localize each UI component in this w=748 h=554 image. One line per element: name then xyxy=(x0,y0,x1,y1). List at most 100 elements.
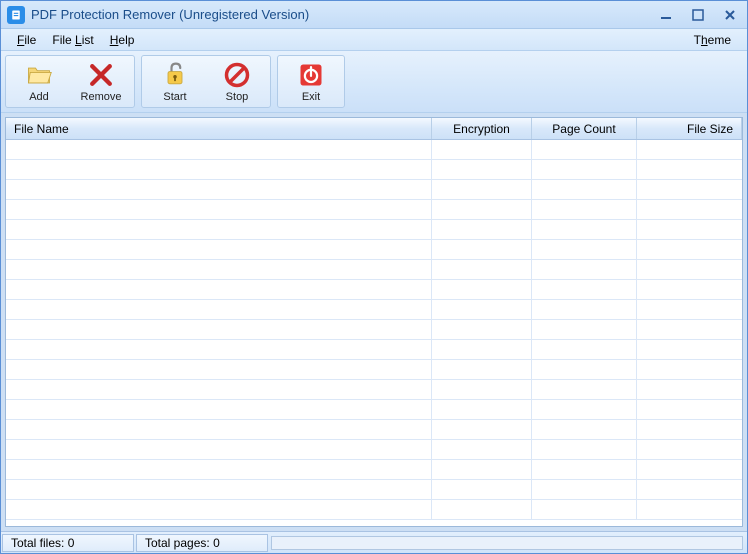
cell-encryption xyxy=(432,320,532,339)
cell-pagecount xyxy=(532,380,637,399)
cell-encryption xyxy=(432,500,532,519)
cell-filesize xyxy=(637,300,742,319)
table-row[interactable] xyxy=(6,360,742,380)
cell-filesize xyxy=(637,400,742,419)
cell-pagecount xyxy=(532,160,637,179)
toolbar: Add Remove xyxy=(1,51,747,113)
total-files-label: Total files: xyxy=(11,536,64,550)
stop-icon xyxy=(223,61,251,89)
cell-filesize xyxy=(637,440,742,459)
table-row[interactable] xyxy=(6,500,742,520)
cell-pagecount xyxy=(532,500,637,519)
menu-file[interactable]: File xyxy=(9,31,44,49)
statusbar: Total files: 0 Total pages: 0 xyxy=(1,531,747,553)
cell-filename xyxy=(6,260,432,279)
grid-header: File Name Encryption Page Count File Siz… xyxy=(6,118,742,140)
cell-pagecount xyxy=(532,400,637,419)
column-header-pagecount[interactable]: Page Count xyxy=(532,118,637,139)
remove-label: Remove xyxy=(81,91,122,103)
exit-button[interactable]: Exit xyxy=(280,58,342,105)
cell-filesize xyxy=(637,140,742,159)
cell-filesize xyxy=(637,220,742,239)
cell-pagecount xyxy=(532,420,637,439)
total-files-value: 0 xyxy=(68,536,75,550)
cell-filename xyxy=(6,200,432,219)
toolbar-group-file: Add Remove xyxy=(5,55,135,108)
cell-pagecount xyxy=(532,340,637,359)
cell-filename xyxy=(6,180,432,199)
table-row[interactable] xyxy=(6,340,742,360)
column-header-filename[interactable]: File Name xyxy=(6,118,432,139)
cell-filesize xyxy=(637,200,742,219)
cell-filesize xyxy=(637,480,742,499)
table-row[interactable] xyxy=(6,300,742,320)
cell-encryption xyxy=(432,460,532,479)
cell-pagecount xyxy=(532,140,637,159)
toolbar-group-process: Start Stop xyxy=(141,55,271,108)
table-row[interactable] xyxy=(6,240,742,260)
cell-filesize xyxy=(637,500,742,519)
cell-filesize xyxy=(637,160,742,179)
cell-encryption xyxy=(432,200,532,219)
cell-filename xyxy=(6,320,432,339)
toolbar-group-exit: Exit xyxy=(277,55,345,108)
cell-pagecount xyxy=(532,220,637,239)
table-row[interactable] xyxy=(6,460,742,480)
cell-filename xyxy=(6,460,432,479)
table-row[interactable] xyxy=(6,440,742,460)
table-row[interactable] xyxy=(6,280,742,300)
table-row[interactable] xyxy=(6,400,742,420)
table-row[interactable] xyxy=(6,480,742,500)
total-pages-value: 0 xyxy=(213,536,220,550)
cell-filename xyxy=(6,400,432,419)
cell-encryption xyxy=(432,420,532,439)
menu-help[interactable]: Help xyxy=(102,31,143,49)
total-pages-label: Total pages: xyxy=(145,536,210,550)
menu-file-list[interactable]: File List xyxy=(44,31,101,49)
maximize-button[interactable] xyxy=(687,7,709,23)
cell-filename xyxy=(6,220,432,239)
cell-encryption xyxy=(432,360,532,379)
titlebar[interactable]: PDF Protection Remover (Unregistered Ver… xyxy=(1,1,747,29)
cell-filesize xyxy=(637,420,742,439)
column-header-encryption[interactable]: Encryption xyxy=(432,118,532,139)
cell-filename xyxy=(6,380,432,399)
table-row[interactable] xyxy=(6,200,742,220)
minimize-button[interactable] xyxy=(655,7,677,23)
start-button[interactable]: Start xyxy=(144,58,206,105)
cell-filename xyxy=(6,440,432,459)
remove-button[interactable]: Remove xyxy=(70,58,132,105)
menu-theme[interactable]: Theme xyxy=(686,31,739,49)
table-row[interactable] xyxy=(6,420,742,440)
table-row[interactable] xyxy=(6,260,742,280)
cell-encryption xyxy=(432,140,532,159)
add-button[interactable]: Add xyxy=(8,58,70,105)
table-row[interactable] xyxy=(6,380,742,400)
cell-filesize xyxy=(637,180,742,199)
app-icon xyxy=(7,6,25,24)
cell-filename xyxy=(6,480,432,499)
cell-encryption xyxy=(432,300,532,319)
cell-filename xyxy=(6,280,432,299)
cell-pagecount xyxy=(532,440,637,459)
table-row[interactable] xyxy=(6,140,742,160)
cell-pagecount xyxy=(532,280,637,299)
grid-body[interactable] xyxy=(6,140,742,526)
table-row[interactable] xyxy=(6,320,742,340)
table-row[interactable] xyxy=(6,180,742,200)
close-button[interactable] xyxy=(719,7,741,23)
table-row[interactable] xyxy=(6,220,742,240)
cell-filename xyxy=(6,420,432,439)
power-icon xyxy=(297,61,325,89)
cell-filename xyxy=(6,300,432,319)
table-row[interactable] xyxy=(6,160,742,180)
window-controls xyxy=(655,7,741,23)
column-header-filesize[interactable]: File Size xyxy=(637,118,742,139)
progress-bar xyxy=(271,536,743,550)
cell-encryption xyxy=(432,260,532,279)
status-total-pages: Total pages: 0 xyxy=(136,534,268,552)
stop-button[interactable]: Stop xyxy=(206,58,268,105)
cell-filesize xyxy=(637,320,742,339)
cell-pagecount xyxy=(532,200,637,219)
cell-filesize xyxy=(637,460,742,479)
